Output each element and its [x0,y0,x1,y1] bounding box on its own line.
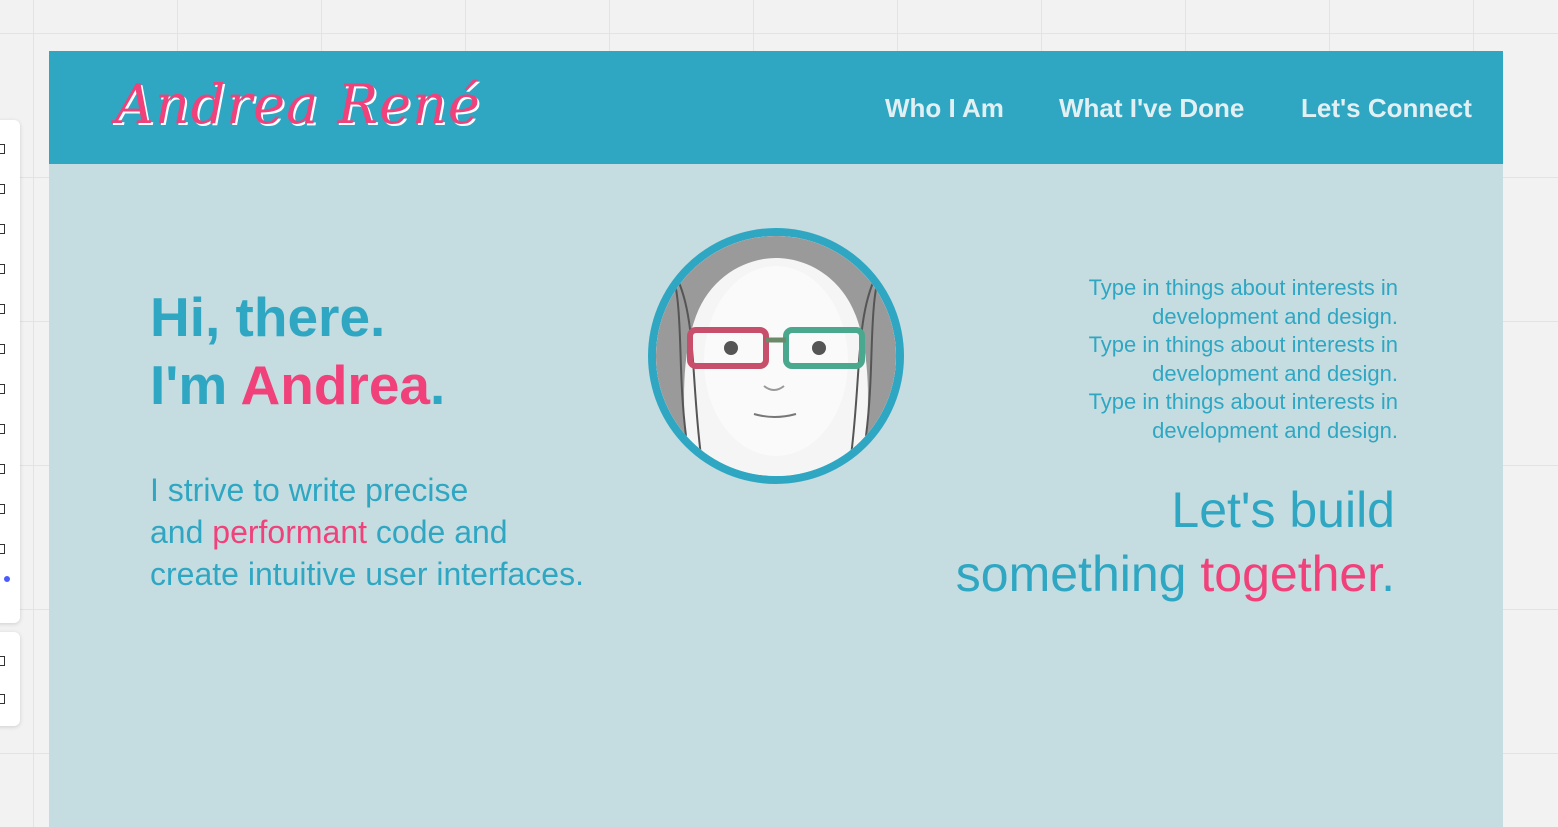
nav-who-i-am[interactable]: Who I Am [885,93,1004,124]
hero-line-2-prefix: I'm [150,354,241,416]
portrait-sketch-icon [656,236,896,476]
grid-tool-icon[interactable] [0,424,5,434]
tagline-line-3: create intuitive user interfaces. [150,556,584,592]
interest-line: development and design. [1152,303,1398,329]
tagline: I strive to write precise and performant… [150,469,584,595]
undo-redo-toolbar [0,632,20,726]
portrait-image [656,236,896,476]
hero-line-1: Hi, there. [150,286,386,348]
site-logo[interactable]: Andrea René [115,73,481,136]
hero-name: Andrea [240,354,431,416]
nav-what-ive-done[interactable]: What I've Done [1059,93,1244,124]
cta-line-2-suffix: . [1381,546,1395,602]
cta-highlight: together [1200,546,1382,602]
tagline-line-2-suffix: code and [367,514,508,550]
more-tools-dot-icon[interactable] [4,576,10,582]
upload-tool-icon[interactable] [0,504,5,514]
cta-line-1: Let's build [1171,482,1395,538]
interest-line: Type in things about interests in [1088,275,1398,300]
tagline-line-2-prefix: and [150,514,213,550]
hero-line-2-suffix: . [430,354,446,416]
link-tool-icon[interactable] [0,544,5,554]
undo-icon[interactable] [0,656,5,666]
hero-greeting: Hi, there. I'm Andrea. [150,283,445,419]
tagline-line-1: I strive to write precise [150,472,469,508]
comment-tool-icon[interactable] [0,384,5,394]
interest-line: development and design. [1152,417,1398,443]
table-tool-icon[interactable] [0,464,5,474]
page-frame: Andrea René Who I Am What I've Done Let'… [49,51,1503,827]
site-header: Andrea René Who I Am What I've Done Let'… [49,51,1503,164]
redo-icon[interactable] [0,694,5,704]
pen-tool-icon[interactable] [0,344,5,354]
interest-line: Type in things about interests in [1088,389,1398,414]
interest-line: development and design. [1152,360,1398,386]
cta-line-2: something together. [795,542,1395,606]
nav-lets-connect[interactable]: Let's Connect [1301,93,1472,124]
hero-line-2: I'm Andrea. [150,351,445,419]
interests-text: Type in things about interests in develo… [978,274,1398,445]
tagline-line-2: and performant code and [150,511,584,553]
text-tool-icon[interactable] [0,224,5,234]
interest-line: Type in things about interests in [1088,332,1398,357]
cta-line-2-prefix: something [955,546,1201,602]
tagline-highlight: performant [212,514,368,550]
left-toolbar [0,120,20,623]
shape-tool-icon[interactable] [0,304,5,314]
pointer-tool-icon[interactable] [0,144,5,154]
avatar [648,228,904,484]
call-to-action: Let's build something together. [795,478,1395,606]
frame-tool-icon[interactable] [0,184,5,194]
sticky-note-tool-icon[interactable] [0,264,5,274]
